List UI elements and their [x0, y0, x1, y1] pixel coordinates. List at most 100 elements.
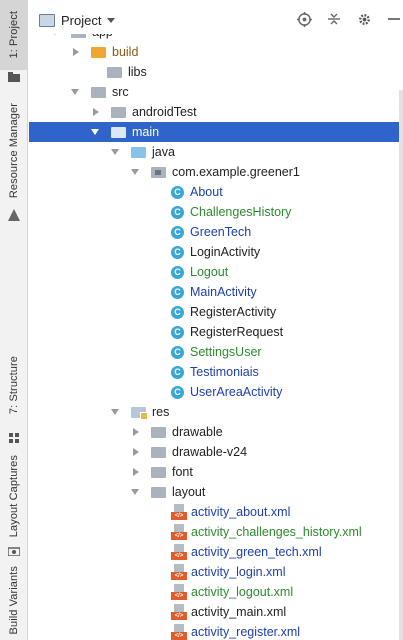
tree-row[interactable]: C RegisterActivity: [29, 302, 403, 322]
tab-layout-captures[interactable]: Layout Captures: [0, 448, 28, 544]
chevron-down-icon[interactable]: [91, 129, 99, 135]
class-icon: C: [171, 225, 184, 239]
tree-scrollbar[interactable]: [399, 90, 403, 640]
tree-row[interactable]: C ChallengesHistory: [29, 202, 403, 222]
tree-item-label: LoginActivity: [190, 245, 261, 259]
tab-resource-manager[interactable]: Resource Manager: [0, 96, 28, 206]
tab-structure[interactable]: 7: Structure: [0, 340, 28, 430]
tab-resource-manager-label: Resource Manager: [8, 103, 20, 199]
tab-layout-captures-label: Layout Captures: [8, 454, 20, 538]
tree-row[interactable]: drawable-v24: [29, 442, 403, 462]
project-view-title[interactable]: Project: [61, 13, 101, 28]
tree-item-label: activity_register.xml: [191, 625, 301, 639]
tab-build-variants-label: Build Variants: [8, 565, 20, 635]
tree-row[interactable]: </> activity_main.xml: [29, 602, 403, 622]
class-icon: C: [171, 285, 184, 299]
minimize-icon[interactable]: [385, 10, 403, 28]
tree-row[interactable]: C RegisterRequest: [29, 322, 403, 342]
collapse-icon[interactable]: [325, 10, 343, 28]
xml-file-icon: </>: [171, 604, 187, 620]
folder-icon: [151, 426, 166, 438]
folder-icon: [131, 406, 148, 420]
chevron-right-icon[interactable]: [133, 428, 139, 436]
tab-build-variants[interactable]: Build Variants: [0, 560, 28, 640]
tree-row[interactable]: src: [29, 82, 403, 102]
xml-file-icon: </>: [171, 524, 187, 540]
tree-item-label: activity_about.xml: [191, 505, 291, 519]
tree-item-label: activity_logout.xml: [191, 585, 294, 599]
chevron-down-icon[interactable]: [111, 149, 119, 155]
tree-item-label: activity_green_tech.xml: [191, 545, 322, 559]
class-icon: C: [171, 245, 184, 259]
tab-project-label: 1: Project: [8, 11, 20, 59]
tree-row[interactable]: </> activity_green_tech.xml: [29, 542, 403, 562]
tree-row[interactable]: C About: [29, 182, 403, 202]
package-icon: [151, 166, 166, 178]
tree-item-label: RegisterRequest: [190, 325, 284, 339]
tab-project[interactable]: 1: Project: [0, 0, 28, 70]
tree-item-label: MainActivity: [190, 285, 257, 299]
tree-row[interactable]: build: [29, 42, 403, 62]
chevron-down-icon[interactable]: [111, 409, 119, 415]
tree-item-label: Testimoniais: [190, 365, 259, 379]
tree-row[interactable]: C LoginActivity: [29, 242, 403, 262]
class-icon: C: [171, 365, 184, 379]
tree-row[interactable]: layout: [29, 482, 403, 502]
tree-item-label: androidTest: [132, 105, 197, 119]
folder-icon: [111, 126, 126, 138]
tree-row[interactable]: androidTest: [29, 102, 403, 122]
tree-row[interactable]: drawable: [29, 422, 403, 442]
camera-icon: [0, 544, 28, 558]
tree-item-label: com.example.greener1: [172, 165, 300, 179]
tree-item-label: src: [112, 85, 129, 99]
tree-row[interactable]: </> activity_challenges_history.xml: [29, 522, 403, 542]
tree-row[interactable]: </> activity_about.xml: [29, 502, 403, 522]
chevron-down-icon[interactable]: [71, 89, 79, 95]
tree-row[interactable]: </> activity_logout.xml: [29, 582, 403, 602]
tree-item-label: main: [132, 125, 160, 139]
tree-item-label: libs: [128, 65, 147, 79]
tree-row[interactable]: font: [29, 462, 403, 482]
tool-window-strip: 1: Project Resource Manager 7: Structure…: [0, 0, 28, 640]
class-icon: C: [171, 305, 184, 319]
tree-row[interactable]: C SettingsUser: [29, 342, 403, 362]
tree-item-label: GreenTech: [190, 225, 252, 239]
tree-item-label: drawable-v24: [172, 445, 248, 459]
tree-row[interactable]: main: [29, 122, 403, 142]
project-tree[interactable]: appbuildlibssrcandroidTestmainjavacom.ex…: [29, 22, 403, 640]
tree-row[interactable]: libs: [29, 62, 403, 82]
tree-row[interactable]: </> activity_register.xml: [29, 622, 403, 640]
tree-row[interactable]: res: [29, 402, 403, 422]
tree-row[interactable]: C GreenTech: [29, 222, 403, 242]
chevron-down-icon[interactable]: [107, 17, 116, 23]
tree-row[interactable]: C MainActivity: [29, 282, 403, 302]
chevron-right-icon[interactable]: [73, 48, 79, 56]
project-panel-header: Project: [29, 6, 403, 34]
folder-icon: [111, 106, 126, 118]
gear-icon[interactable]: [355, 10, 373, 28]
xml-file-icon: </>: [171, 624, 187, 640]
folder-icon: [151, 486, 166, 498]
tree-row[interactable]: </> activity_login.xml: [29, 562, 403, 582]
class-icon: C: [171, 265, 184, 279]
chevron-right-icon[interactable]: [133, 448, 139, 456]
chevron-down-icon[interactable]: [131, 489, 139, 495]
tree-item-label: UserAreaActivity: [190, 385, 283, 399]
target-icon[interactable]: [295, 10, 313, 28]
xml-file-icon: </>: [171, 544, 187, 560]
tree-item-label: font: [172, 465, 193, 479]
tree-row[interactable]: com.example.greener1: [29, 162, 403, 182]
chevron-right-icon[interactable]: [93, 108, 99, 116]
tree-row[interactable]: java: [29, 142, 403, 162]
tree-item-label: activity_main.xml: [191, 605, 287, 619]
chevron-right-icon[interactable]: [133, 468, 139, 476]
folder-icon: [151, 466, 166, 478]
xml-file-icon: </>: [171, 584, 187, 600]
class-icon: C: [171, 345, 184, 359]
chevron-down-icon[interactable]: [131, 169, 139, 175]
folder-icon: [107, 66, 122, 78]
tree-row[interactable]: C UserAreaActivity: [29, 382, 403, 402]
folder-icon: [91, 46, 106, 58]
tree-row[interactable]: C Logout: [29, 262, 403, 282]
tree-row[interactable]: C Testimoniais: [29, 362, 403, 382]
